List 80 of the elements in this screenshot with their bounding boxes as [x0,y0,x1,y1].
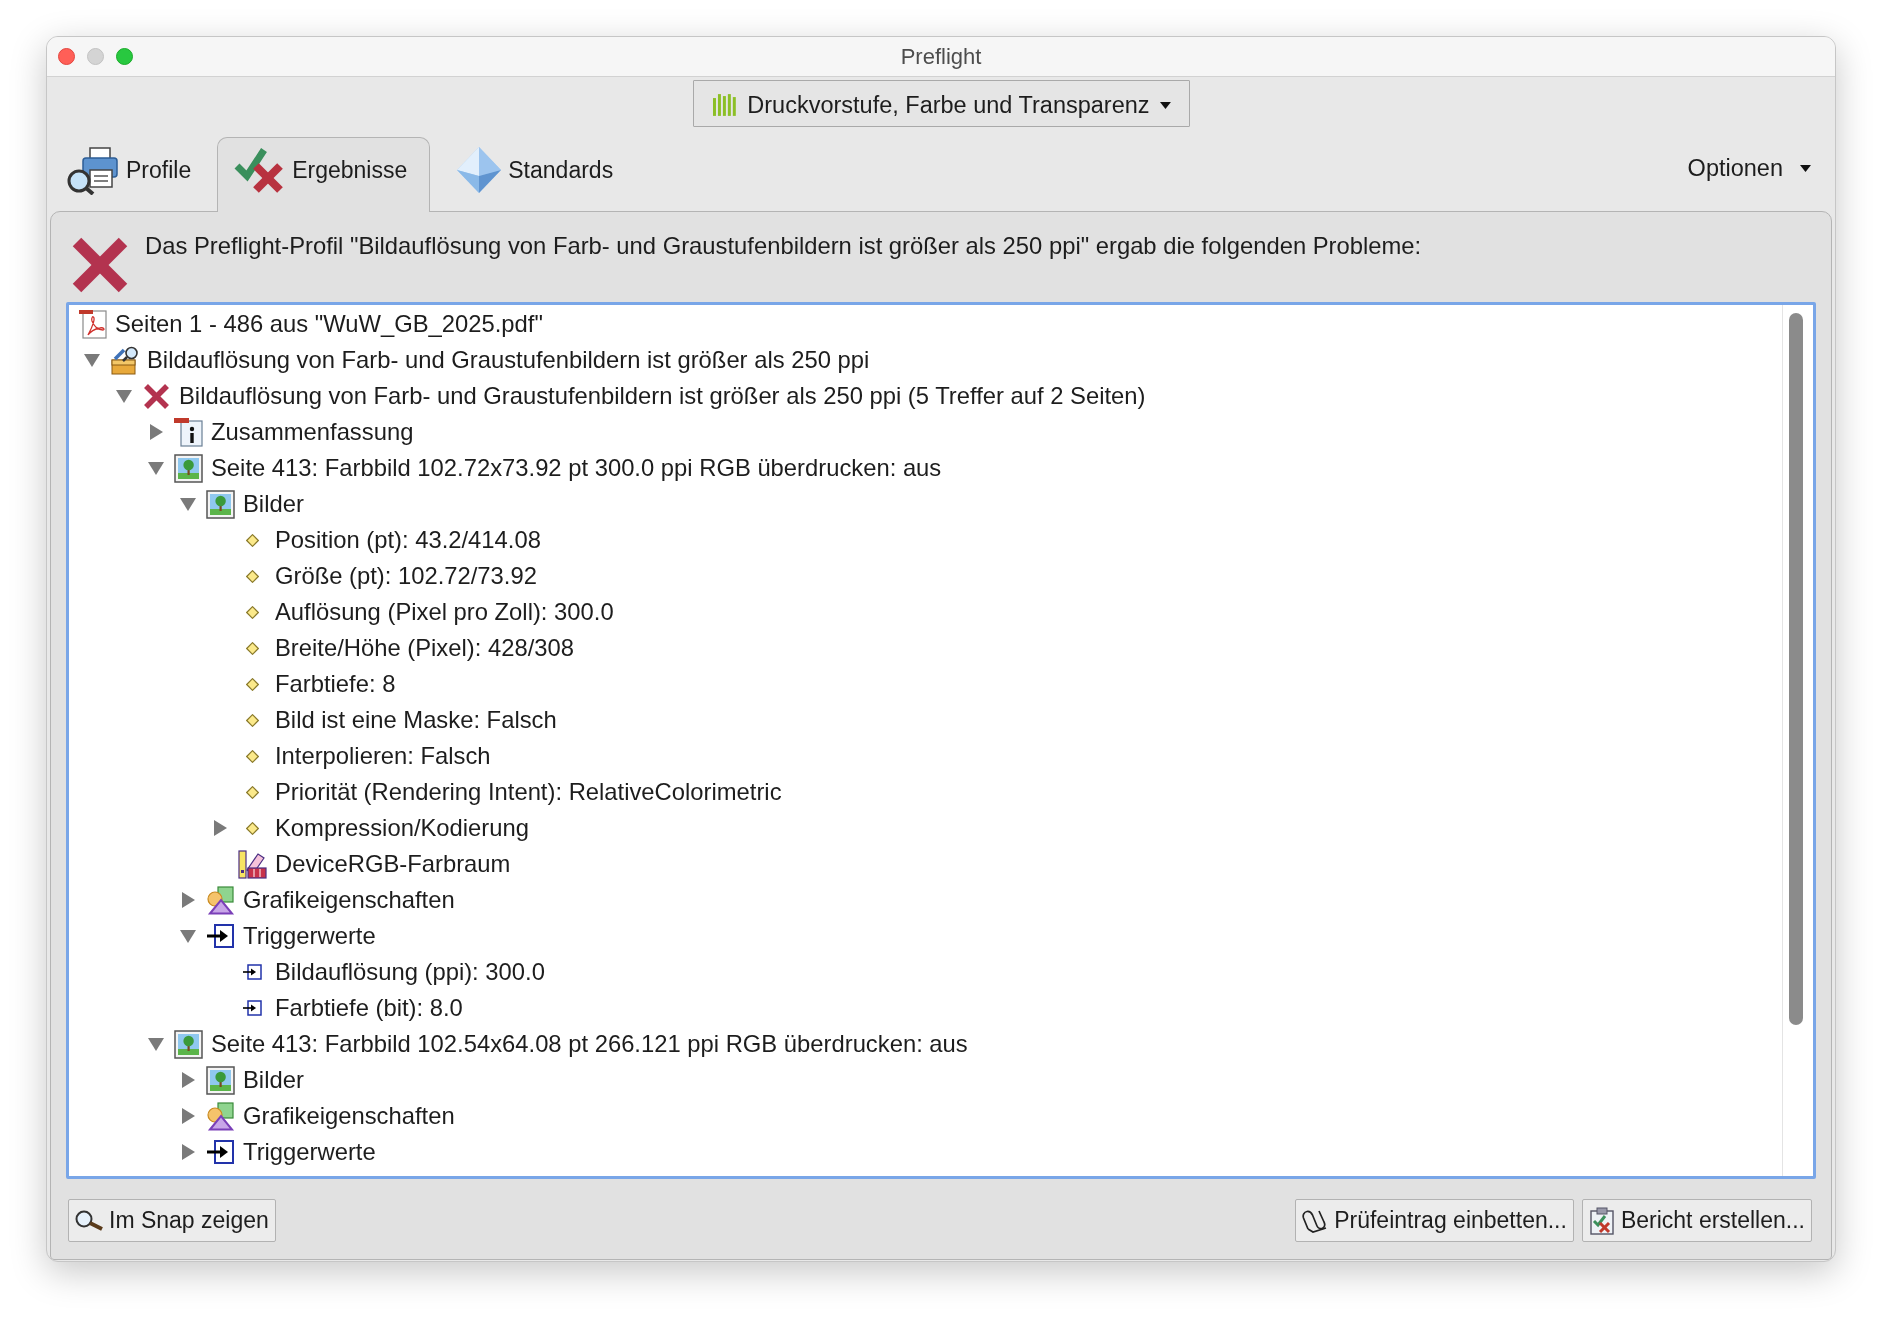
gem-icon [456,146,503,194]
tree-node-label[interactable]: Grafikeigenschaften [243,886,455,914]
tree-node-label[interactable]: Grafikeigenschaften [243,1102,455,1130]
shapes-icon [206,1101,235,1131]
disclosure-icon[interactable] [180,929,196,943]
arrow-box-icon [207,1139,234,1165]
diamond-icon [246,749,259,763]
search-icon [75,1209,103,1232]
disclosure-icon[interactable] [148,1037,164,1051]
tree-node-label[interactable]: Bilder [243,490,304,518]
cross-icon [143,382,170,410]
diamond-icon [246,677,259,691]
printer-icon [66,145,120,195]
caret-icon [1159,101,1171,109]
pdf-document-icon [78,309,107,339]
tab[interactable]: Standards [456,146,614,194]
disclosure-icon[interactable] [181,1108,195,1124]
tree-node-label[interactable]: Position (pt): 43.2/414.08 [275,526,541,554]
tree-node-label[interactable]: Bild ist eine Maske: Falsch [275,706,557,734]
disclosure-icon[interactable] [84,353,100,367]
diamond-icon [246,713,259,727]
close-button[interactable] [58,48,75,65]
tree-node-label[interactable]: Farbtiefe: 8 [275,670,396,698]
disclosure-icon[interactable] [181,1072,195,1088]
tree-node-label[interactable]: Triggerwerte [243,1138,376,1166]
disclosure-icon[interactable] [181,892,195,908]
picture-icon [206,1065,235,1095]
tree-node-label[interactable]: Farbtiefe (bit): 8.0 [275,994,463,1022]
tree-node-label[interactable]: Bilder [243,1066,304,1094]
scrollbar-thumb[interactable] [1789,313,1803,1025]
picture-icon [174,1029,203,1059]
disclosure-icon[interactable] [213,820,227,836]
tree-node-label[interactable]: Kompression/Kodierung [275,814,529,842]
diamond-icon [246,641,259,655]
tree-node-label[interactable]: Seiten 1 - 486 aus "WuW_GB_2025.pdf" [115,310,543,338]
tree-node-label[interactable]: Bildauflösung (ppi): 300.0 [275,958,545,986]
disclosure-icon[interactable] [149,424,163,440]
report-button[interactable]: Bericht erstellen... [1581,1199,1812,1242]
window-title: Preflight [900,43,982,70]
clipboard-icon [1588,1206,1615,1235]
disclosure-icon[interactable] [180,497,196,511]
result-message: Das Preflight-Profil "Bildauflösung von Farb- und Graustufenbildern ist größer als 250 ppi" ergab die folgenden Probleme: [145,234,1422,258]
color-swatch-icon [238,849,267,879]
tree-node-label[interactable]: Seite 413: Farbbild 102.72x73.92 pt 300.0 ppi RGB überdrucken: aus [211,454,942,482]
tree-node-label[interactable]: Zusammenfassung [211,418,414,446]
tree-node-label[interactable]: Seite 413: Farbbild 102.54x64.08 pt 266.121 ppi RGB überdrucken: aus [211,1030,968,1058]
diamond-icon [246,821,259,835]
tree-node-label[interactable]: Auflösung (Pixel pro Zoll): 300.0 [275,598,614,626]
disclosure-icon[interactable] [181,1144,195,1160]
info-document-icon [174,417,203,447]
diamond-icon [246,569,259,583]
caret-icon [1800,165,1811,172]
disclosure-icon[interactable] [148,461,164,475]
bars-icon [712,94,738,116]
options-menu[interactable]: Optionen [1687,155,1811,182]
picture-icon [206,489,235,519]
arrow-box-icon [243,964,262,980]
zoom-button[interactable] [116,48,133,65]
tree-node-label[interactable]: Bildauflösung von Farb- und Graustufenbildern ist größer als 250 ppi (5 Treffer auf 2 Seiten) [179,382,1146,410]
tree-node-label[interactable]: Interpolieren: Falsch [275,742,491,770]
tree-node-label[interactable]: Priorität (Rendering Intent): RelativeColorimetric [275,778,782,806]
toolbox-icon [110,345,139,375]
shapes-icon [206,885,235,915]
diamond-icon [246,785,259,799]
show-in-snap-button[interactable]: Im Snap zeigen [68,1199,276,1242]
diamond-icon [246,605,259,619]
arrow-box-icon [207,923,234,949]
tree-node-label[interactable]: Triggerwerte [243,922,376,950]
profile-dropdown[interactable]: Druckvorstufe, Farbe und Transparenz [692,80,1190,127]
picture-icon [174,453,203,483]
disclosure-icon[interactable] [116,389,132,403]
tab[interactable]: Profile [66,145,192,195]
tree-node-label[interactable]: DeviceRGB-Farbraum [275,850,511,878]
tree-node-label[interactable]: Größe (pt): 102.72/73.92 [275,562,537,590]
diamond-icon [246,533,259,547]
arrow-box-icon [243,1000,262,1016]
embed-button[interactable]: Prüfeintrag einbetten... [1295,1199,1574,1242]
tree-node-label[interactable]: Breite/Höhe (Pixel): 428/308 [275,634,574,662]
tab[interactable]: Ergebnisse [217,137,431,212]
tree-node-label[interactable]: Bildauflösung von Farb- und Graustufenbildern ist größer als 250 ppi [147,346,870,374]
